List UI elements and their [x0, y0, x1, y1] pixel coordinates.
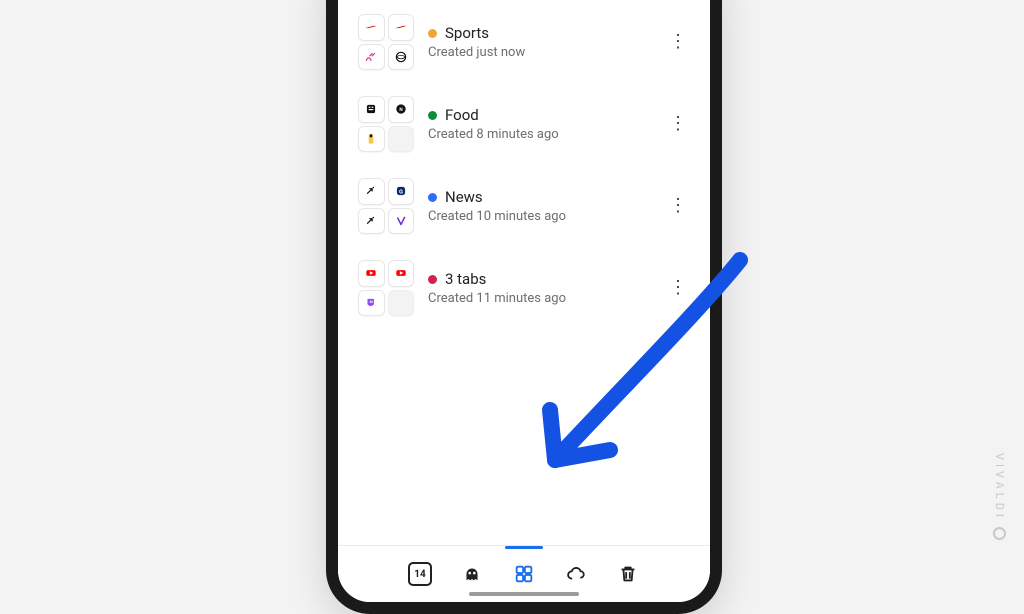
svg-text:G: G: [399, 190, 403, 196]
group-meta: 3 tabs Created 11 minutes ago: [428, 270, 652, 306]
thumb: [358, 96, 385, 123]
more-menu-button[interactable]: ⋮: [666, 197, 690, 215]
thumb-empty: [388, 126, 415, 153]
tabs-button[interactable]: 14: [407, 561, 433, 587]
thumb: N: [388, 96, 415, 123]
thumb: [388, 260, 415, 287]
tab-groups-button[interactable]: [511, 561, 537, 587]
trash-button[interactable]: [615, 561, 641, 587]
svg-text:N: N: [399, 107, 402, 113]
group-created: Created 11 minutes ago: [428, 291, 652, 306]
tab-group-3tabs[interactable]: 3 tabs Created 11 minutes ago ⋮: [354, 252, 694, 334]
thumb-empty: [388, 290, 415, 317]
group-created: Created 8 minutes ago: [428, 127, 652, 142]
color-dot: [428, 29, 437, 38]
incognito-button[interactable]: [459, 561, 485, 587]
more-menu-button[interactable]: ⋮: [666, 33, 690, 51]
thumb: [388, 44, 415, 71]
group-meta: News Created 10 minutes ago: [428, 188, 652, 224]
group-title: Food: [445, 106, 479, 124]
thumb: [358, 14, 385, 41]
tab-group-news[interactable]: G News Created 10 minutes ago ⋮: [354, 170, 694, 252]
thumb: [358, 290, 385, 317]
brand-text: VIVALDI: [993, 453, 1006, 521]
thumb: [358, 208, 385, 235]
trash-icon: [617, 563, 639, 585]
phone-frame: Sports Created just now ⋮ N Food: [326, 0, 722, 614]
ghost-icon: [461, 563, 483, 585]
tab-count: 14: [414, 569, 425, 580]
group-created: Created 10 minutes ago: [428, 209, 652, 224]
more-menu-button[interactable]: ⋮: [666, 279, 690, 297]
color-dot: [428, 193, 437, 202]
thumb: [388, 208, 415, 235]
thumb: [358, 44, 385, 71]
group-meta: Food Created 8 minutes ago: [428, 106, 652, 142]
tab-group-sports[interactable]: Sports Created just now ⋮: [354, 6, 694, 88]
brand-dot-icon: [993, 527, 1006, 540]
color-dot: [428, 275, 437, 284]
cloud-icon: [565, 563, 587, 585]
more-menu-button[interactable]: ⋮: [666, 115, 690, 133]
tab-group-list: Sports Created just now ⋮ N Food: [338, 0, 710, 545]
group-thumbnails: [358, 260, 414, 316]
grid-icon: [513, 563, 535, 585]
group-thumbnails: N: [358, 96, 414, 152]
group-meta: Sports Created just now: [428, 24, 652, 60]
sync-button[interactable]: [563, 561, 589, 587]
group-title: 3 tabs: [445, 270, 486, 288]
thumb: [358, 126, 385, 153]
group-title: Sports: [445, 24, 489, 42]
home-indicator: [469, 592, 579, 596]
phone-screen: Sports Created just now ⋮ N Food: [338, 0, 710, 602]
tab-group-food[interactable]: N Food Created 8 minutes ago ⋮: [354, 88, 694, 170]
group-thumbnails: G: [358, 178, 414, 234]
thumb: [388, 14, 415, 41]
thumb: G: [388, 178, 415, 205]
thumb: [358, 260, 385, 287]
thumb: [358, 178, 385, 205]
color-dot: [428, 111, 437, 120]
brand-watermark: VIVALDI: [993, 453, 1006, 540]
group-title: News: [445, 188, 483, 206]
group-thumbnails: [358, 14, 414, 70]
group-created: Created just now: [428, 45, 652, 60]
tab-count-icon: 14: [408, 562, 432, 586]
